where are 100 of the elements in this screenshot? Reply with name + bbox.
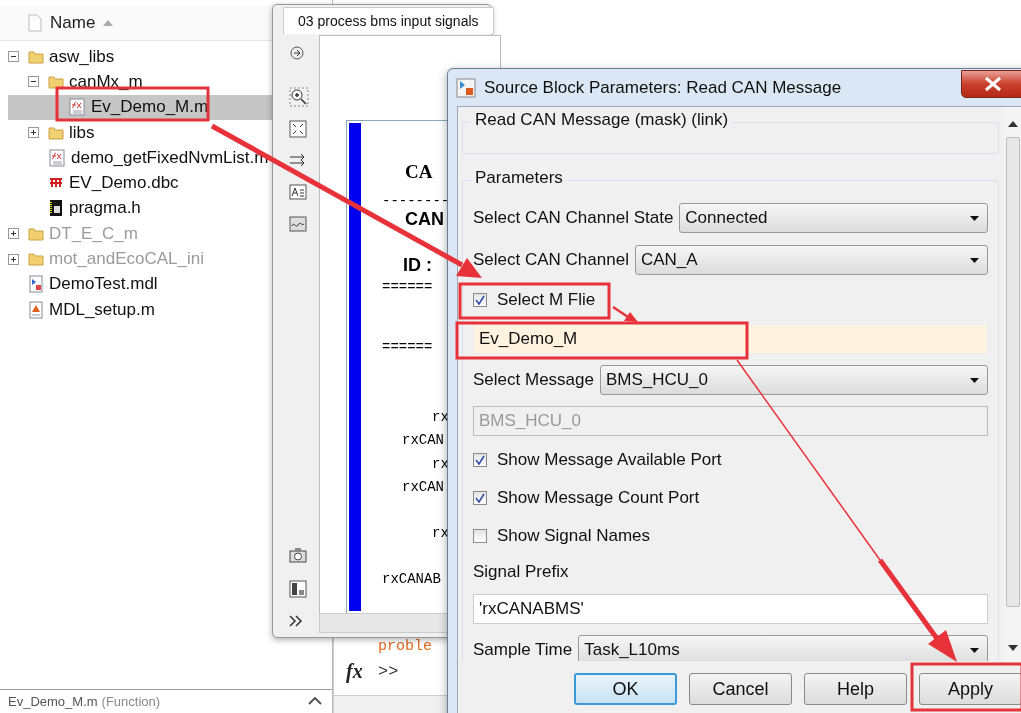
arrows-icon[interactable]	[289, 153, 307, 167]
tree-item[interactable]: pragma.h	[8, 195, 272, 222]
file-name: canMx_m	[69, 71, 143, 92]
file-name: EV_Demo.dbc	[69, 173, 179, 194]
dropdown[interactable]: CAN_A	[634, 245, 988, 275]
block-text: CAN	[405, 209, 444, 230]
input-field[interactable]: 'rxCANABMS'	[473, 594, 988, 624]
expand-icon[interactable]	[8, 228, 19, 240]
folder-icon	[48, 73, 64, 90]
function-button[interactable]: fx	[346, 660, 363, 683]
grid-icon[interactable]	[289, 580, 307, 598]
block-text: ID :	[403, 255, 432, 276]
close-icon	[984, 76, 1002, 92]
dialog-button[interactable]: OK	[574, 673, 677, 705]
checkbox-label: Show Message Available Port	[497, 450, 722, 470]
checkbox[interactable]	[473, 453, 487, 467]
function-file-icon	[48, 148, 66, 167]
status-file-type: (Function)	[101, 694, 161, 709]
checkbox-label: Show Signal Names	[497, 526, 651, 546]
group-title: Read CAN Message (mask) (link)	[471, 110, 733, 130]
model-file-icon	[28, 275, 44, 294]
scrollbar[interactable]	[1004, 107, 1021, 661]
header-file-icon	[48, 199, 64, 218]
annotation-arrow	[612, 305, 638, 322]
checkbox[interactable]	[473, 491, 487, 505]
checkbox[interactable]	[473, 529, 487, 543]
folder-icon	[48, 124, 64, 141]
command-prompt: >>	[378, 662, 399, 681]
file-name: Ev_Demo_M.m	[91, 97, 209, 118]
expand-icon[interactable]	[8, 253, 19, 265]
tree-item[interactable]: canMx_m	[8, 69, 272, 95]
block-icon	[456, 77, 476, 98]
tree-item[interactable]: Ev_Demo_M.m	[8, 94, 272, 120]
navigate-icon[interactable]	[289, 45, 305, 61]
checkbox[interactable]	[473, 293, 487, 307]
file-name: libs	[69, 122, 95, 143]
caret-icon	[970, 647, 979, 653]
checkbox-label: Select M Flie	[497, 290, 596, 310]
function-file-icon	[68, 98, 86, 117]
file-name: mot_andEcoCAL_ini	[49, 249, 204, 269]
text-icon[interactable]	[289, 184, 307, 200]
field-label: Select CAN Channel State	[473, 208, 674, 228]
status-file-name: Ev_Demo_M.m	[8, 694, 98, 709]
command-output: proble	[378, 638, 432, 655]
dropdown[interactable]: Connected	[679, 203, 988, 233]
field-label: Select Message	[473, 370, 594, 390]
block-text: rxCANAB	[382, 571, 441, 587]
script-file-icon	[28, 300, 44, 319]
document-icon	[28, 14, 42, 32]
tree-item[interactable]: MDL_setup.m	[8, 296, 272, 323]
collapse-icon[interactable]	[8, 51, 19, 63]
tree-item[interactable]: demo_getFixedNvmList.m	[8, 145, 272, 171]
file-name: asw_libs	[49, 46, 115, 67]
file-name: pragma.h	[69, 198, 141, 219]
dialog-button[interactable]: Help	[804, 673, 907, 705]
scroll-down-icon[interactable]	[1008, 645, 1018, 651]
block-text: rxCAN	[402, 432, 444, 448]
tree-item[interactable]: asw_libs	[8, 44, 272, 70]
model-tab[interactable]: 03 process bms input signals	[283, 7, 494, 34]
field-label: Select CAN Channel	[473, 250, 629, 270]
column-header[interactable]: Name	[50, 13, 96, 33]
tree-item[interactable]: EV_Demo.dbc	[8, 170, 272, 196]
expand-icon[interactable]	[28, 127, 39, 139]
caret-icon	[970, 215, 979, 221]
file-name: MDL_setup.m	[49, 299, 155, 320]
close-button[interactable]	[961, 70, 1021, 98]
block-text: ======	[382, 339, 433, 355]
field-label: Signal Prefix	[473, 562, 569, 582]
fit-view-icon[interactable]	[289, 120, 307, 138]
file-name: DemoTest.mdl	[49, 274, 158, 295]
sort-ascending-icon	[103, 20, 114, 26]
folder-icon	[28, 225, 44, 242]
dropdown[interactable]: BMS_HCU_0	[599, 365, 988, 395]
dialog-button[interactable]: Apply	[919, 673, 1021, 705]
block-text: --------	[382, 193, 450, 209]
dropdown[interactable]: Task_L10ms	[578, 635, 988, 661]
image-icon[interactable]	[289, 216, 307, 232]
dialog-button[interactable]: Cancel	[689, 673, 792, 705]
file-name: demo_getFixedNvmList.m	[71, 147, 269, 168]
camera-icon[interactable]	[289, 547, 307, 563]
file-name: DT_E_C_m	[49, 223, 138, 244]
field-label: Sample Time	[473, 640, 573, 660]
chevron-right-icon[interactable]	[289, 615, 303, 627]
tree-item[interactable]: DemoTest.mdl	[8, 271, 272, 297]
zoom-icon[interactable]	[289, 87, 309, 107]
folder-icon	[28, 48, 44, 65]
input-field: BMS_HCU_0	[473, 406, 988, 436]
checkbox-label: Show Message Count Port	[497, 488, 700, 508]
chevron-up-icon[interactable]	[308, 697, 322, 705]
block-text: ======	[382, 279, 433, 295]
folder-icon	[28, 251, 44, 267]
block-text: rxCAN	[402, 479, 444, 495]
collapse-icon[interactable]	[28, 76, 39, 88]
input-field[interactable]: Ev_Demo_M	[473, 324, 988, 354]
caret-icon	[970, 257, 979, 263]
tree-item[interactable]: libs	[8, 119, 272, 146]
dialog-title: Source Block Parameters: Read CAN Message	[484, 77, 842, 98]
caret-icon	[970, 377, 979, 383]
block-text: CA	[405, 161, 433, 183]
scroll-up-icon[interactable]	[1008, 121, 1018, 127]
